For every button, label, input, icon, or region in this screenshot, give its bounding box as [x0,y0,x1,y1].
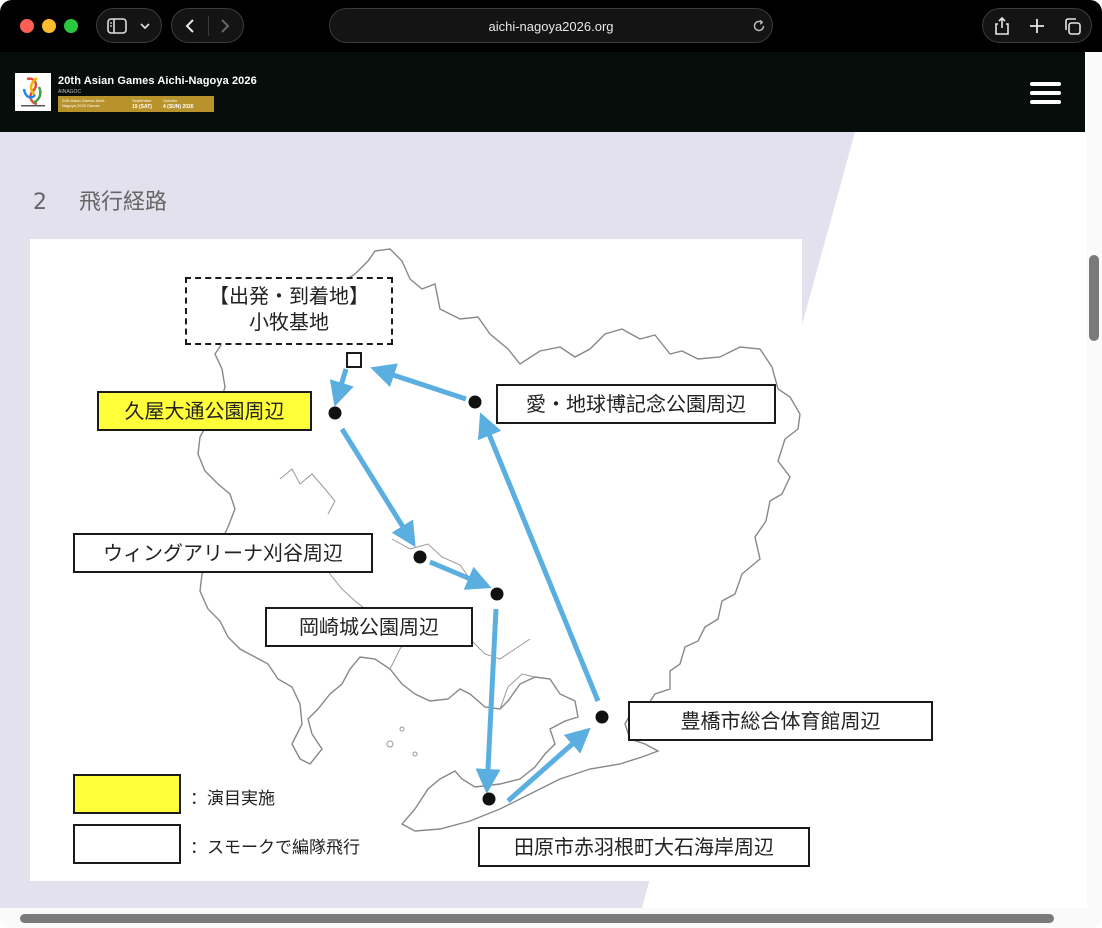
vertical-scrollbar-track[interactable] [1087,52,1102,928]
legend-label-performance: ：演目実施 [190,789,275,809]
address-bar[interactable]: aichi-nagoya2026.org [329,8,773,43]
location-label-toyohashi: 豊橋市総合体育館周辺 [628,701,933,741]
tahara-marker [482,792,496,806]
site-title[interactable]: 20th Asian Games Aichi-Nagoya 2026 [58,75,257,87]
tab-overview-icon[interactable] [1063,17,1082,36]
chevron-down-icon[interactable] [139,22,151,30]
legend-label-formation: ：スモークで編隊飛行 [190,838,360,858]
site-header: 20th Asian Games Aichi-Nagoya 2026 AINAG… [0,52,1085,132]
browser-toolbar: aichi-nagoya2026.org [0,0,1102,52]
expo-park-marker [468,395,482,409]
forward-icon[interactable] [219,18,231,34]
band-right-value: 4 (SUN) 2026 [163,104,194,110]
browser-window: aichi-nagoya2026.org 20th Asian Games Ai… [0,0,1102,928]
hamburger-menu-button[interactable] [1030,82,1061,104]
location-label-tahara: 田原市赤羽根町大石海岸周辺 [478,827,810,867]
band-mid-label: September [132,98,152,103]
navigation-buttons [171,8,244,43]
kariya-marker [413,550,427,564]
minimize-window-button[interactable] [42,19,56,33]
toolbar-actions [982,8,1092,43]
legend-swatch-performance [73,774,181,814]
new-tab-icon[interactable] [1029,18,1045,34]
komaki-base-label: 【出発・到着地】 小牧基地 [185,277,393,345]
games-emblem-icon [21,76,45,107]
location-label-expo-park: 愛・地球博記念公園周辺 [496,384,776,424]
site-subtitle: AINAGOC [58,89,82,95]
horizontal-scrollbar-thumb[interactable] [20,914,1054,923]
band-mid-value: 19 (SAT) [132,104,152,110]
location-label-kariya: ウィングアリーナ刈谷周辺 [73,533,373,573]
sidebar-icon [107,18,127,34]
hisaya-marker [328,406,342,420]
flight-route-map: 【出発・到着地】 小牧基地 久屋大通公園周辺 愛・地球博記念公園周辺 ウィングア… [30,239,933,881]
okazaki-marker [490,587,504,601]
band-right-label: October [163,98,178,103]
legend-swatch-formation [73,824,181,864]
url-text[interactable]: aichi-nagoya2026.org [330,19,772,34]
games-logo[interactable] [15,73,51,111]
zoom-window-button[interactable] [64,19,78,33]
share-icon[interactable] [993,16,1011,36]
section-heading: 2 飛行経路 [33,184,167,216]
games-date-band: 20th Asian Games Aichi-Nagoya 2026 Games… [58,96,214,112]
komaki-base-marker [346,352,362,368]
reload-icon[interactable] [752,19,766,33]
close-window-button[interactable] [20,19,34,33]
band-left-text: 20th Asian Games Aichi-Nagoya 2026 Games [62,98,106,108]
toyohashi-marker [595,710,609,724]
flight-route [329,363,601,803]
location-label-okazaki: 岡崎城公園周辺 [265,607,473,647]
sidebar-toggle-button[interactable] [96,8,162,43]
section-title-text: 飛行経路 [79,190,168,215]
back-icon[interactable] [184,18,196,34]
section-number: 2 [33,190,47,215]
page-content: 2 飛行経路 【出発・到着地】 小牧基地 久屋大通公園周辺 愛・地球博記念公園周… [0,132,1085,915]
location-label-hisaya: 久屋大通公園周辺 [97,391,312,431]
vertical-scrollbar-thumb[interactable] [1089,255,1099,341]
